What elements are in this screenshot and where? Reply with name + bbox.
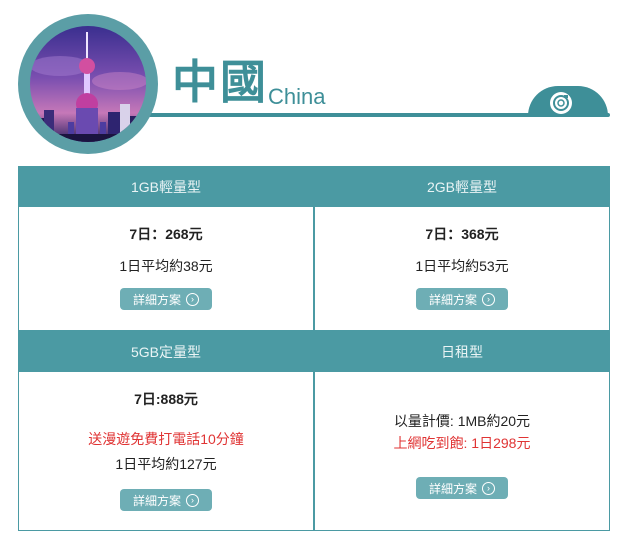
page-header: 中國 China	[0, 0, 623, 160]
plan-price: 7日：268元	[129, 226, 203, 242]
plan-usage-rate: 以量計價: 1MB約20元	[393, 413, 531, 429]
details-button-label: 詳細方案	[428, 292, 477, 307]
plan-card-daily: 日租型 以量計價: 1MB約20元 上網吃到飽: 1日298元 詳細方案 ›	[314, 331, 610, 531]
country-title-english: China	[268, 84, 326, 109]
plan-name: 日租型	[315, 332, 609, 372]
details-button-label: 詳細方案	[428, 481, 477, 496]
plan-name: 2GB輕量型	[315, 167, 609, 207]
plan-promo: 送漫遊免費打電話10分鐘	[88, 431, 244, 447]
details-button[interactable]: 詳細方案 ›	[416, 288, 508, 310]
plan-unlimited-rate: 上網吃到飽: 1日298元	[393, 435, 531, 451]
country-title-chinese: 中國	[172, 55, 268, 109]
plan-card-2gb: 2GB輕量型 7日：368元 1日平均約53元 詳細方案 ›	[314, 166, 610, 331]
chevron-right-icon: ›	[482, 292, 495, 306]
details-button-label: 詳細方案	[132, 292, 181, 307]
plan-card-1gb: 1GB輕量型 7日：268元 1日平均約38元 詳細方案 ›	[18, 166, 314, 331]
shanghai-skyline-photo	[30, 26, 146, 142]
details-button[interactable]: 詳細方案 ›	[416, 477, 508, 499]
plan-daily-average: 1日平均約53元	[415, 258, 509, 274]
details-button[interactable]: 詳細方案 ›	[120, 489, 212, 511]
chevron-right-icon: ›	[482, 481, 495, 495]
plan-daily-average: 1日平均約38元	[119, 258, 213, 274]
plan-card-5gb: 5GB定量型 7日:888元 送漫遊免費打電話10分鐘 1日平均約127元 詳細…	[18, 331, 314, 531]
camera-lens-icon	[550, 92, 572, 114]
chevron-right-icon: ›	[186, 292, 199, 306]
plan-name: 5GB定量型	[19, 332, 313, 372]
chevron-right-icon: ›	[186, 493, 199, 507]
details-button[interactable]: 詳細方案 ›	[120, 288, 212, 310]
plan-daily-average: 1日平均約127元	[115, 456, 217, 472]
details-button-label: 詳細方案	[132, 493, 181, 508]
plan-price: 7日:888元	[134, 391, 198, 407]
plan-name: 1GB輕量型	[19, 167, 313, 207]
plan-price: 7日：368元	[425, 226, 499, 242]
